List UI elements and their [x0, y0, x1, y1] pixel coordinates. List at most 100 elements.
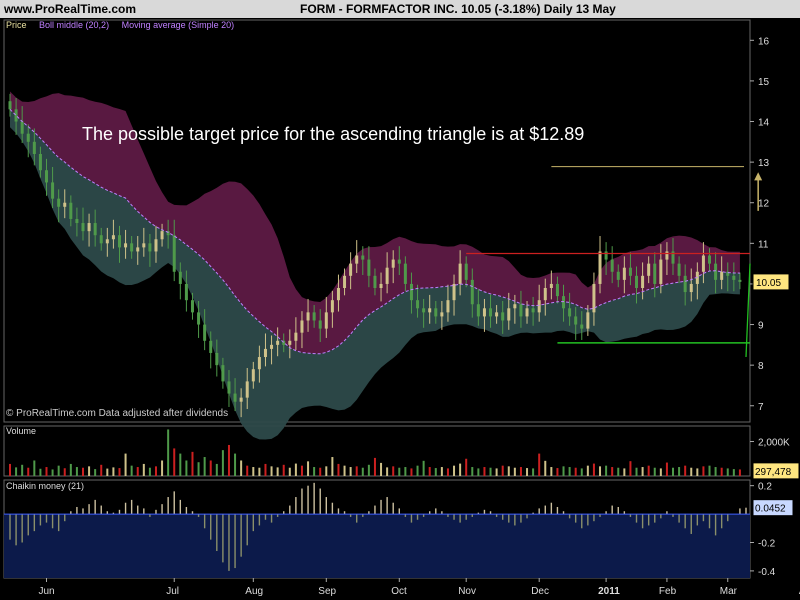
chaikin-bar [64, 514, 66, 522]
chaikin-bar [410, 514, 413, 523]
price-tick-label: 9 [758, 321, 764, 332]
volume-bar [313, 467, 316, 476]
chaikin-bar [702, 514, 705, 522]
price-tick-label: 12 [758, 199, 770, 210]
chaikin-bar [337, 508, 340, 515]
x-tick-label: Jul [166, 586, 179, 597]
volume-bar [142, 463, 145, 476]
candle-body [446, 300, 450, 313]
candle-body [8, 101, 12, 110]
candle-body [501, 312, 505, 321]
chaikin-bar [550, 502, 553, 515]
candle-body [215, 352, 219, 366]
chaikin-bar [739, 508, 741, 515]
candle-body [628, 267, 632, 276]
candle-body [708, 255, 712, 264]
volume-bar [331, 457, 334, 476]
volume-bar [227, 444, 230, 476]
volume-bar [726, 468, 729, 476]
x-tick-label: Jun [38, 586, 54, 597]
candle-body [373, 275, 377, 288]
candle-body [69, 202, 73, 219]
chaikin-tick-label: 0.2 [758, 482, 772, 493]
volume-bar [355, 466, 358, 476]
volume-bar [148, 467, 151, 476]
chaikin-bar [179, 499, 182, 515]
volume-bar [556, 468, 559, 476]
chaikin-bar [27, 514, 29, 536]
candle-body [476, 304, 480, 317]
candle-body [117, 235, 121, 248]
volume-bar [167, 429, 170, 476]
chaikin-bar [222, 514, 224, 563]
chaikin-bar [380, 499, 382, 515]
volume-bar [106, 468, 109, 476]
volume-bar [708, 465, 711, 476]
chaikin-bar [696, 514, 699, 526]
volume-bar [519, 467, 522, 476]
chaikin-bar [289, 505, 291, 515]
candle-body [714, 263, 718, 280]
candle-body [32, 141, 36, 154]
chaikin-panel-title: Chaikin money (21) [6, 481, 85, 491]
candle-body [349, 263, 353, 276]
volume-bar [738, 469, 741, 476]
candle-body [489, 308, 493, 317]
chaikin-tick-label: -0.4 [758, 567, 776, 578]
volume-bar [489, 467, 492, 476]
chaikin-bar [544, 505, 546, 515]
volume-bar [282, 464, 285, 476]
candle-body [142, 243, 146, 248]
volume-bar [161, 460, 164, 476]
volume-bar [404, 467, 407, 476]
candle-body [458, 263, 462, 284]
chaikin-bar [33, 514, 36, 532]
candle-body [251, 369, 255, 382]
volume-bar [173, 448, 176, 476]
volume-bar [288, 467, 291, 476]
volume-bar [398, 467, 401, 476]
chaikin-bar [459, 514, 461, 523]
chaikin-bar [520, 514, 522, 523]
volume-bar [507, 466, 510, 476]
chaikin-bar [641, 514, 644, 529]
chaikin-bar [465, 514, 467, 520]
volume-bar [532, 468, 535, 476]
candle-body [434, 308, 438, 317]
volume-bar [592, 463, 595, 476]
volume-bar [665, 462, 668, 476]
candle-body [385, 267, 389, 284]
x-tick-label: Sep [318, 586, 336, 597]
chaikin-bar [203, 514, 206, 529]
chaikin-bar [155, 509, 157, 515]
volume-bar [446, 468, 449, 476]
candle-body [263, 348, 267, 358]
volume-bar [513, 467, 516, 476]
volume-bar [15, 467, 18, 476]
candle-body [233, 393, 237, 402]
chaikin-bar [173, 491, 175, 515]
volume-bar [453, 465, 456, 476]
candle-body [531, 308, 535, 313]
volume-bar [197, 462, 200, 476]
volume-bar [526, 468, 529, 476]
candle-body [324, 312, 328, 329]
chart-canvas[interactable]: 1615141312111098710.052,000K297,4780.2-0… [0, 0, 800, 600]
chaikin-bar [301, 488, 303, 515]
volume-bar [63, 468, 66, 476]
chaikin-bar [416, 514, 419, 520]
candle-body [677, 263, 681, 276]
volume-bar [380, 462, 383, 476]
volume-bar [276, 467, 279, 476]
candle-body [93, 223, 97, 236]
legend-boll-middle: Boll middle (20,2) [39, 20, 110, 30]
volume-bar [234, 453, 237, 476]
chaikin-bar [45, 514, 48, 523]
volume-bar [203, 457, 206, 476]
volume-bar [307, 461, 310, 476]
candle-body [440, 312, 444, 317]
volume-bar [373, 457, 376, 476]
chaikin-bar [161, 504, 163, 515]
volume-bar [179, 453, 182, 476]
price-tick-label: 15 [758, 77, 770, 88]
